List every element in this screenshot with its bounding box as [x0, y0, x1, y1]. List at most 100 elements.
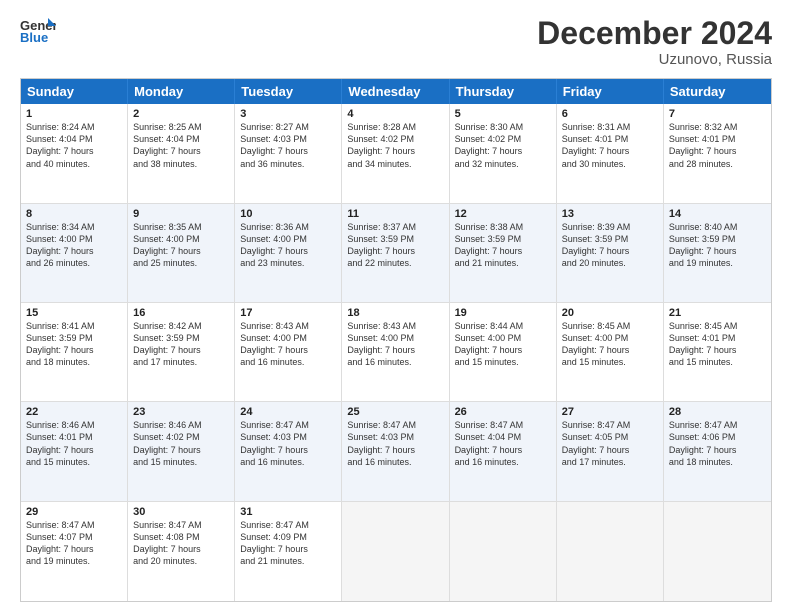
- calendar-cell: [557, 502, 664, 601]
- calendar-cell: 26Sunrise: 8:47 AM Sunset: 4:04 PM Dayli…: [450, 402, 557, 500]
- calendar-cell: 3Sunrise: 8:27 AM Sunset: 4:03 PM Daylig…: [235, 104, 342, 202]
- calendar-cell: 22Sunrise: 8:46 AM Sunset: 4:01 PM Dayli…: [21, 402, 128, 500]
- col-wednesday: Wednesday: [342, 79, 449, 104]
- calendar-cell: 20Sunrise: 8:45 AM Sunset: 4:00 PM Dayli…: [557, 303, 664, 401]
- calendar-cell: 15Sunrise: 8:41 AM Sunset: 3:59 PM Dayli…: [21, 303, 128, 401]
- day-number: 21: [669, 307, 766, 319]
- day-number: 20: [562, 307, 658, 319]
- day-info: Sunrise: 8:47 AM Sunset: 4:06 PM Dayligh…: [669, 419, 766, 468]
- day-info: Sunrise: 8:39 AM Sunset: 3:59 PM Dayligh…: [562, 221, 658, 270]
- calendar-cell: 28Sunrise: 8:47 AM Sunset: 4:06 PM Dayli…: [664, 402, 771, 500]
- col-tuesday: Tuesday: [235, 79, 342, 104]
- calendar-cell: 10Sunrise: 8:36 AM Sunset: 4:00 PM Dayli…: [235, 204, 342, 302]
- day-number: 11: [347, 208, 443, 220]
- calendar-row-2: 8Sunrise: 8:34 AM Sunset: 4:00 PM Daylig…: [21, 204, 771, 303]
- day-number: 6: [562, 108, 658, 120]
- day-number: 31: [240, 506, 336, 518]
- day-number: 15: [26, 307, 122, 319]
- day-number: 9: [133, 208, 229, 220]
- calendar-cell: 23Sunrise: 8:46 AM Sunset: 4:02 PM Dayli…: [128, 402, 235, 500]
- day-info: Sunrise: 8:47 AM Sunset: 4:04 PM Dayligh…: [455, 419, 551, 468]
- calendar-cell: 7Sunrise: 8:32 AM Sunset: 4:01 PM Daylig…: [664, 104, 771, 202]
- calendar-cell: 27Sunrise: 8:47 AM Sunset: 4:05 PM Dayli…: [557, 402, 664, 500]
- day-info: Sunrise: 8:28 AM Sunset: 4:02 PM Dayligh…: [347, 121, 443, 170]
- calendar-cell: 18Sunrise: 8:43 AM Sunset: 4:00 PM Dayli…: [342, 303, 449, 401]
- day-number: 22: [26, 406, 122, 418]
- page-title: December 2024: [537, 16, 772, 51]
- day-number: 18: [347, 307, 443, 319]
- day-info: Sunrise: 8:30 AM Sunset: 4:02 PM Dayligh…: [455, 121, 551, 170]
- calendar-cell: 2Sunrise: 8:25 AM Sunset: 4:04 PM Daylig…: [128, 104, 235, 202]
- day-info: Sunrise: 8:46 AM Sunset: 4:02 PM Dayligh…: [133, 419, 229, 468]
- day-info: Sunrise: 8:46 AM Sunset: 4:01 PM Dayligh…: [26, 419, 122, 468]
- page-subtitle: Uzunovo, Russia: [537, 51, 772, 68]
- page-header: General Blue December 2024 Uzunovo, Russ…: [20, 16, 772, 68]
- day-info: Sunrise: 8:43 AM Sunset: 4:00 PM Dayligh…: [347, 320, 443, 369]
- calendar: Sunday Monday Tuesday Wednesday Thursday…: [20, 78, 772, 602]
- day-info: Sunrise: 8:41 AM Sunset: 3:59 PM Dayligh…: [26, 320, 122, 369]
- day-number: 13: [562, 208, 658, 220]
- day-info: Sunrise: 8:27 AM Sunset: 4:03 PM Dayligh…: [240, 121, 336, 170]
- day-info: Sunrise: 8:37 AM Sunset: 3:59 PM Dayligh…: [347, 221, 443, 270]
- day-number: 7: [669, 108, 766, 120]
- calendar-page: General Blue December 2024 Uzunovo, Russ…: [0, 0, 792, 612]
- day-number: 16: [133, 307, 229, 319]
- day-info: Sunrise: 8:25 AM Sunset: 4:04 PM Dayligh…: [133, 121, 229, 170]
- calendar-cell: 19Sunrise: 8:44 AM Sunset: 4:00 PM Dayli…: [450, 303, 557, 401]
- calendar-row-5: 29Sunrise: 8:47 AM Sunset: 4:07 PM Dayli…: [21, 502, 771, 601]
- day-number: 24: [240, 406, 336, 418]
- calendar-cell: 29Sunrise: 8:47 AM Sunset: 4:07 PM Dayli…: [21, 502, 128, 601]
- day-number: 26: [455, 406, 551, 418]
- day-info: Sunrise: 8:38 AM Sunset: 3:59 PM Dayligh…: [455, 221, 551, 270]
- day-number: 14: [669, 208, 766, 220]
- calendar-cell: 21Sunrise: 8:45 AM Sunset: 4:01 PM Dayli…: [664, 303, 771, 401]
- calendar-row-3: 15Sunrise: 8:41 AM Sunset: 3:59 PM Dayli…: [21, 303, 771, 402]
- calendar-row-4: 22Sunrise: 8:46 AM Sunset: 4:01 PM Dayli…: [21, 402, 771, 501]
- calendar-cell: 17Sunrise: 8:43 AM Sunset: 4:00 PM Dayli…: [235, 303, 342, 401]
- title-block: December 2024 Uzunovo, Russia: [537, 16, 772, 68]
- day-number: 27: [562, 406, 658, 418]
- col-thursday: Thursday: [450, 79, 557, 104]
- col-friday: Friday: [557, 79, 664, 104]
- day-info: Sunrise: 8:44 AM Sunset: 4:00 PM Dayligh…: [455, 320, 551, 369]
- logo: General Blue: [20, 16, 56, 46]
- day-number: 17: [240, 307, 336, 319]
- calendar-cell: 25Sunrise: 8:47 AM Sunset: 4:03 PM Dayli…: [342, 402, 449, 500]
- col-sunday: Sunday: [21, 79, 128, 104]
- day-number: 23: [133, 406, 229, 418]
- calendar-cell: 4Sunrise: 8:28 AM Sunset: 4:02 PM Daylig…: [342, 104, 449, 202]
- day-number: 29: [26, 506, 122, 518]
- day-info: Sunrise: 8:45 AM Sunset: 4:01 PM Dayligh…: [669, 320, 766, 369]
- calendar-cell: 6Sunrise: 8:31 AM Sunset: 4:01 PM Daylig…: [557, 104, 664, 202]
- col-monday: Monday: [128, 79, 235, 104]
- calendar-cell: 31Sunrise: 8:47 AM Sunset: 4:09 PM Dayli…: [235, 502, 342, 601]
- calendar-cell: [450, 502, 557, 601]
- day-info: Sunrise: 8:32 AM Sunset: 4:01 PM Dayligh…: [669, 121, 766, 170]
- day-info: Sunrise: 8:47 AM Sunset: 4:03 PM Dayligh…: [240, 419, 336, 468]
- calendar-cell: 1Sunrise: 8:24 AM Sunset: 4:04 PM Daylig…: [21, 104, 128, 202]
- day-number: 19: [455, 307, 551, 319]
- calendar-cell: 13Sunrise: 8:39 AM Sunset: 3:59 PM Dayli…: [557, 204, 664, 302]
- day-number: 2: [133, 108, 229, 120]
- calendar-cell: 11Sunrise: 8:37 AM Sunset: 3:59 PM Dayli…: [342, 204, 449, 302]
- calendar-cell: 12Sunrise: 8:38 AM Sunset: 3:59 PM Dayli…: [450, 204, 557, 302]
- day-info: Sunrise: 8:45 AM Sunset: 4:00 PM Dayligh…: [562, 320, 658, 369]
- day-info: Sunrise: 8:40 AM Sunset: 3:59 PM Dayligh…: [669, 221, 766, 270]
- day-info: Sunrise: 8:47 AM Sunset: 4:08 PM Dayligh…: [133, 519, 229, 568]
- calendar-cell: [342, 502, 449, 601]
- calendar-row-1: 1Sunrise: 8:24 AM Sunset: 4:04 PM Daylig…: [21, 104, 771, 203]
- day-number: 8: [26, 208, 122, 220]
- day-info: Sunrise: 8:47 AM Sunset: 4:09 PM Dayligh…: [240, 519, 336, 568]
- calendar-cell: 9Sunrise: 8:35 AM Sunset: 4:00 PM Daylig…: [128, 204, 235, 302]
- day-number: 5: [455, 108, 551, 120]
- day-number: 10: [240, 208, 336, 220]
- day-number: 3: [240, 108, 336, 120]
- calendar-cell: 30Sunrise: 8:47 AM Sunset: 4:08 PM Dayli…: [128, 502, 235, 601]
- day-info: Sunrise: 8:43 AM Sunset: 4:00 PM Dayligh…: [240, 320, 336, 369]
- day-number: 4: [347, 108, 443, 120]
- day-info: Sunrise: 8:31 AM Sunset: 4:01 PM Dayligh…: [562, 121, 658, 170]
- day-info: Sunrise: 8:34 AM Sunset: 4:00 PM Dayligh…: [26, 221, 122, 270]
- calendar-cell: [664, 502, 771, 601]
- calendar-body: 1Sunrise: 8:24 AM Sunset: 4:04 PM Daylig…: [21, 104, 771, 601]
- day-info: Sunrise: 8:36 AM Sunset: 4:00 PM Dayligh…: [240, 221, 336, 270]
